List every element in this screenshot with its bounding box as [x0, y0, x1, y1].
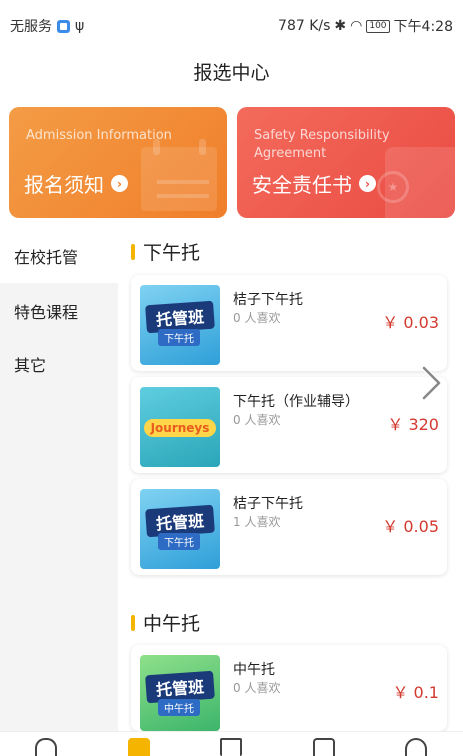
section-title: 中午托 [143, 613, 201, 635]
course-thumbnail: 托管班 下午托 [140, 489, 220, 569]
course-price: ￥ 320 [387, 415, 439, 434]
section-marker [131, 243, 135, 260]
section-marker [131, 614, 135, 631]
section-title: 下午托 [143, 242, 201, 264]
seal-icon: ★ [377, 171, 409, 203]
admission-banner[interactable]: Admission Information 报名须知 › [9, 107, 227, 218]
battery-icon: 100 [366, 19, 390, 33]
banner-chinese-label: 安全责任书 › [252, 169, 376, 198]
thumbnail-badge: Journeys [144, 419, 216, 437]
section-header: 下午托 [131, 238, 200, 265]
course-card[interactable]: Journeys 下午托（作业辅导） 0 人喜欢 ￥ 320 [131, 377, 447, 473]
course-thumbnail: 托管班 中午托 [140, 655, 220, 731]
network-speed: 787 K/s [278, 18, 331, 34]
sidebar-item-other[interactable]: 其它 [14, 352, 46, 376]
banner-english-label: Admission Information [26, 128, 172, 143]
category-sidebar: 在校托管 特色课程 其它 [0, 231, 118, 731]
status-right: 787 K/s ✱ ◠ 100 下午4:28 [278, 16, 453, 36]
book-icon[interactable] [128, 738, 150, 756]
course-likes: 0 人喜欢 [233, 413, 281, 427]
carrier-label: 无服务 [10, 19, 52, 35]
course-likes: 1 人喜欢 [233, 515, 281, 529]
calendar-icon [141, 139, 217, 211]
banner-english-label: Safety Responsibility Agreement [254, 128, 390, 161]
hourglass-icon[interactable] [220, 738, 242, 756]
course-price: ￥ 0.1 [392, 683, 439, 702]
page-title: 报选中心 [193, 62, 270, 84]
course-price: ￥ 0.03 [382, 313, 439, 332]
chevron-right-icon: › [359, 175, 376, 192]
clock: 下午4:28 [393, 19, 453, 35]
course-card[interactable]: 托管班 下午托 桔子下午托 1 人喜欢 ￥ 0.05 [131, 479, 447, 575]
course-title: 桔子下午托 [233, 496, 303, 512]
shield-icon [57, 19, 70, 33]
banner-title: 安全责任书 [252, 173, 352, 197]
banner-chinese-label: 报名须知 › [24, 169, 128, 198]
bluetooth-icon: ✱ [334, 18, 347, 34]
thumbnail-subbadge: 下午托 [158, 533, 200, 550]
course-card[interactable]: 托管班 下午托 桔子下午托 0 人喜欢 ￥ 0.03 [131, 275, 447, 371]
banner-title: 报名须知 [24, 173, 104, 197]
wifi-icon: ◠ [350, 18, 363, 34]
course-title: 下午托（作业辅导） [233, 394, 359, 410]
chevron-right-icon[interactable] [418, 365, 444, 401]
usb-icon: ψ [75, 18, 85, 34]
course-title: 中午托 [233, 662, 275, 678]
thumbnail-subbadge: 下午托 [158, 329, 200, 346]
status-bar: 无服务 ψ 787 K/s ✱ ◠ 100 下午4:28 [0, 0, 463, 48]
section-header: 中午托 [131, 609, 200, 636]
course-title: 桔子下午托 [233, 292, 303, 308]
profile-icon[interactable] [405, 738, 427, 756]
sidebar-item-special-courses[interactable]: 特色课程 [14, 299, 78, 323]
decor-lines [157, 180, 209, 184]
course-price: ￥ 0.05 [382, 517, 439, 536]
course-card[interactable]: 托管班 中午托 中午托 0 人喜欢 ￥ 0.1 [131, 645, 447, 731]
chevron-right-icon: › [111, 175, 128, 192]
course-likes: 0 人喜欢 [233, 311, 281, 325]
course-thumbnail: Journeys [140, 387, 220, 467]
safety-banner[interactable]: ★ Safety Responsibility Agreement 安全责任书 … [237, 107, 455, 218]
thumbnail-subbadge: 中午托 [158, 699, 200, 716]
status-left: 无服务 ψ [10, 16, 84, 36]
course-likes: 0 人喜欢 [233, 681, 281, 695]
bottom-tab-bar [0, 731, 463, 756]
message-icon[interactable] [313, 738, 335, 756]
course-thumbnail: 托管班 下午托 [140, 285, 220, 365]
home-icon[interactable] [35, 738, 57, 756]
sidebar-item-school-care[interactable]: 在校托管 [14, 244, 78, 268]
